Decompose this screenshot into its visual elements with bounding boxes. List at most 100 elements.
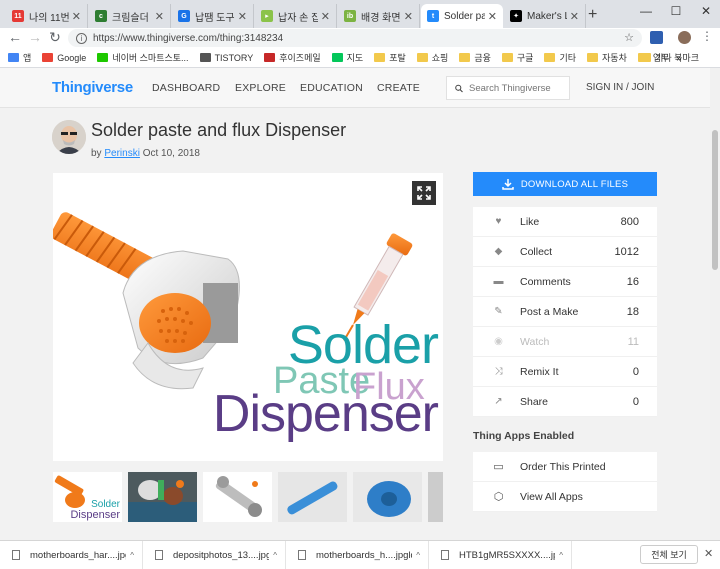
thumbnail-2[interactable] <box>128 472 197 522</box>
thumbnail-5[interactable] <box>353 472 422 522</box>
author-avatar[interactable] <box>52 120 86 154</box>
app-view-all-apps[interactable]: ⬡ View All Apps <box>473 482 657 512</box>
thumbnail-6[interactable] <box>428 472 443 522</box>
thumbnail-4[interactable] <box>278 472 347 522</box>
tab-title: Solder paste <box>444 10 485 22</box>
tab-title: Maker's LAB <box>527 10 567 22</box>
bookmark-6[interactable]: 지도 <box>331 51 363 64</box>
tab-close-icon[interactable]: ✕ <box>321 10 330 23</box>
tab-1[interactable]: 11 나의 11번가✕ <box>6 4 88 28</box>
close-window-button[interactable]: ✕ <box>696 4 716 18</box>
bookmark-4[interactable]: TISTORY <box>199 51 253 64</box>
download-item[interactable]: motherboards_har....jpg ^ <box>0 540 143 569</box>
download-item[interactable]: depositphotos_13....jpg ^ <box>143 540 286 569</box>
remix-icon: ⤨ <box>494 366 503 377</box>
folder-icon <box>544 53 556 62</box>
stat-comments[interactable]: ▬ Comments 16 <box>473 267 657 297</box>
thumbnail-1[interactable]: Solder Dispenser <box>53 472 122 522</box>
tab-favicon: G <box>178 10 190 22</box>
app-order-this-printed[interactable]: ▭ Order This Printed <box>473 452 657 482</box>
tab-6[interactable]: t Solder paste✕ <box>421 4 503 28</box>
chevron-up-icon[interactable]: ^ <box>273 551 277 560</box>
bookmark-1[interactable]: 앱 <box>8 51 31 64</box>
nav-education[interactable]: EDUCATION <box>300 82 363 94</box>
bookmark-5[interactable]: 후이즈메일 <box>264 51 321 64</box>
tab-close-icon[interactable]: ✕ <box>238 10 247 23</box>
nav-dashboard[interactable]: DASHBOARD <box>152 82 220 94</box>
bookmark-8[interactable]: 쇼핑 <box>416 51 448 64</box>
collect-icon: ◆ <box>494 246 503 257</box>
tab-close-icon[interactable]: ✕ <box>404 10 413 23</box>
bookmark-2[interactable]: Google <box>42 51 86 64</box>
site-info-icon[interactable]: i <box>76 32 87 44</box>
stat-value: 11 <box>627 335 639 348</box>
bookmark-11[interactable]: 기타 <box>544 51 576 64</box>
hero-image[interactable]: Solder Paste Flux Dispenser <box>53 173 443 461</box>
stat-value: 1012 <box>614 245 639 258</box>
download-item[interactable]: motherboards_h....jpgld ^ <box>286 540 429 569</box>
bookmark-12[interactable]: 자동차 <box>587 51 627 64</box>
bookmark-star-icon[interactable]: ☆ <box>624 31 634 44</box>
bookmark-9[interactable]: 금융 <box>459 51 491 64</box>
nav-explore[interactable]: EXPLORE <box>235 82 286 94</box>
signin-link[interactable]: SIGN IN / JOIN <box>586 82 654 93</box>
tab-close-icon[interactable]: ✕ <box>570 10 579 23</box>
search-box[interactable] <box>446 76 570 100</box>
download-item[interactable]: HTB1gMR5SXXXX....jpg ^ <box>429 540 572 569</box>
tab-close-icon[interactable]: ✕ <box>155 10 164 23</box>
download-all-files-button[interactable]: DOWNLOAD ALL FILES <box>473 172 657 196</box>
chevron-up-icon[interactable]: ^ <box>416 551 420 560</box>
tab-close-icon[interactable]: ✕ <box>488 10 497 23</box>
stat-remix-it[interactable]: ⤨ Remix It 0 <box>473 357 657 387</box>
thumbnail-3[interactable] <box>203 472 272 522</box>
app-label: View All Apps <box>520 490 583 503</box>
stat-post-a-make[interactable]: ✎ Post a Make 18 <box>473 297 657 327</box>
search-input[interactable] <box>469 82 569 94</box>
back-icon[interactable]: ← <box>6 29 24 45</box>
thumbnail-strip: Solder Dispenser <box>53 472 443 524</box>
download-filename: depositphotos_13....jpg <box>173 549 270 561</box>
bookmark-7[interactable]: 포탈 <box>374 51 406 64</box>
byline: by Perinski Oct 10, 2018 <box>91 148 200 159</box>
tab-3[interactable]: G 납땜 도구 -✕ <box>172 4 254 28</box>
thingiverse-logo[interactable]: Thingiverse <box>52 79 133 96</box>
chevron-up-icon[interactable]: ^ <box>130 551 134 560</box>
printer-icon: ▭ <box>493 461 504 473</box>
address-bar[interactable]: i https://www.thingiverse.com/thing:3148… <box>68 29 642 47</box>
stat-value: 18 <box>626 305 639 318</box>
tab-favicon: ib <box>344 10 356 22</box>
download-icon <box>502 179 514 190</box>
new-tab-button[interactable]: + <box>588 6 597 24</box>
menu-icon[interactable]: ⋮ <box>698 29 716 43</box>
bookmark-10[interactable]: 구글 <box>501 51 533 64</box>
minimize-button[interactable]: — <box>636 4 656 18</box>
stat-share[interactable]: ↗ Share 0 <box>473 387 657 417</box>
forward-icon[interactable]: → <box>26 29 44 45</box>
extension-icon[interactable] <box>650 31 663 44</box>
chevron-up-icon[interactable]: ^ <box>559 551 563 560</box>
tab-close-icon[interactable]: ✕ <box>72 10 81 23</box>
tab-4[interactable]: ▸ 납자 손 집 ✕ <box>255 4 337 28</box>
stat-collect[interactable]: ◆ Collect 1012 <box>473 237 657 267</box>
post-date: Oct 10, 2018 <box>142 148 200 159</box>
stat-watch[interactable]: ◉ Watch 11 <box>473 327 657 357</box>
tab-7[interactable]: ✦ Maker's LAB✕ <box>504 4 586 28</box>
nav-create[interactable]: CREATE <box>377 82 420 94</box>
eye-icon: ◉ <box>494 336 503 347</box>
stat-like[interactable]: ♥ Like 800 <box>473 207 657 237</box>
expand-icon[interactable] <box>412 181 436 205</box>
bookmark-3[interactable]: 네이버 스마트스토... <box>97 51 189 64</box>
tab-2[interactable]: c 크림슬더 ✕ <box>89 4 171 28</box>
page-scrollbar[interactable] <box>710 68 720 540</box>
reload-icon[interactable]: ↻ <box>46 29 64 46</box>
other-bookmarks[interactable]: 기타 북마크 <box>640 51 699 64</box>
show-all-downloads-button[interactable]: 전체 보기 <box>640 545 698 564</box>
profile-avatar[interactable] <box>678 31 691 44</box>
tab-5[interactable]: ib 배경 화면 ✕ <box>338 4 420 28</box>
close-download-bar-icon[interactable]: ✕ <box>704 547 713 560</box>
scrollbar-thumb[interactable] <box>712 130 718 270</box>
author-link[interactable]: Perinski <box>104 148 140 159</box>
download-filename: motherboards_har....jpg <box>30 549 127 561</box>
maximize-button[interactable]: ☐ <box>666 4 686 18</box>
tab-favicon: 11 <box>12 10 24 22</box>
